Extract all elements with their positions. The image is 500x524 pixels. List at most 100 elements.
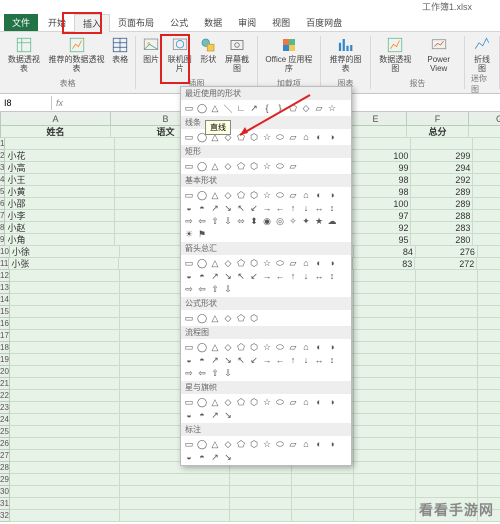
shape-option[interactable]: ☀ bbox=[183, 228, 195, 240]
shape-option[interactable]: ⇩ bbox=[222, 283, 234, 295]
col-E[interactable]: E bbox=[345, 112, 407, 125]
shape-option[interactable]: ↔ bbox=[313, 354, 325, 366]
shape-option[interactable]: ⇧ bbox=[209, 283, 221, 295]
shape-option[interactable]: ☆ bbox=[261, 160, 273, 172]
cell[interactable]: 98 bbox=[349, 174, 411, 186]
shape-option[interactable]: ⇦ bbox=[196, 215, 208, 227]
row-header[interactable]: 16 bbox=[0, 318, 10, 330]
row-header[interactable]: 24 bbox=[0, 414, 10, 426]
shape-option[interactable]: ⬭ bbox=[274, 189, 286, 201]
tab-home[interactable]: 开始 bbox=[40, 14, 74, 31]
shape-option[interactable]: ⬠ bbox=[235, 438, 247, 450]
shape-option[interactable]: ⬭ bbox=[274, 131, 286, 143]
row-header[interactable]: 17 bbox=[0, 330, 10, 342]
shape-option[interactable]: ⬠ bbox=[287, 102, 299, 114]
shape-option[interactable]: ↙ bbox=[248, 354, 260, 366]
row-header[interactable]: 30 bbox=[0, 486, 10, 498]
shape-option[interactable]: ◇ bbox=[222, 438, 234, 450]
shape-option[interactable]: ▭ bbox=[183, 131, 195, 143]
shape-option[interactable]: ⬡ bbox=[248, 131, 260, 143]
btn-power-view[interactable]: Power View bbox=[419, 36, 457, 73]
shape-option[interactable]: ↙ bbox=[248, 202, 260, 214]
shape-option[interactable]: ☁ bbox=[326, 215, 338, 227]
shape-option[interactable]: ↖ bbox=[235, 202, 247, 214]
shape-option[interactable]: ⬡ bbox=[248, 312, 260, 324]
shape-option[interactable]: ⌂ bbox=[300, 438, 312, 450]
shape-option[interactable]: ↕ bbox=[326, 202, 338, 214]
shape-option[interactable]: ⬡ bbox=[248, 438, 260, 450]
row-header[interactable]: 15 bbox=[0, 306, 10, 318]
shape-option[interactable]: ⇨ bbox=[183, 283, 195, 295]
shape-option[interactable]: ⌂ bbox=[300, 131, 312, 143]
shape-option[interactable]: ↑ bbox=[287, 202, 299, 214]
shape-option[interactable]: ▭ bbox=[183, 312, 195, 324]
shape-option[interactable]: ⬡ bbox=[248, 189, 260, 201]
shape-option[interactable]: ⇩ bbox=[222, 215, 234, 227]
btn-rec-pivot[interactable]: 推荐的数据透视表 bbox=[48, 36, 105, 73]
cell[interactable]: 小赵 bbox=[5, 222, 115, 234]
shape-option[interactable]: ▱ bbox=[287, 341, 299, 353]
shape-option[interactable]: ↘ bbox=[222, 354, 234, 366]
cell[interactable]: 272 bbox=[415, 258, 477, 270]
shape-option[interactable]: ▭ bbox=[183, 160, 195, 172]
shape-option[interactable]: ◐ bbox=[313, 438, 325, 450]
shape-option[interactable]: △ bbox=[209, 312, 221, 324]
cell[interactable]: 小徐 bbox=[10, 246, 120, 258]
shape-option[interactable]: ◐ bbox=[313, 396, 325, 408]
cell[interactable]: 小角 bbox=[5, 234, 115, 246]
shape-option[interactable]: ⌂ bbox=[300, 396, 312, 408]
shape-option[interactable]: ⬠ bbox=[235, 131, 247, 143]
shape-option[interactable]: ⬠ bbox=[235, 189, 247, 201]
cell[interactable]: 92 bbox=[349, 222, 411, 234]
shape-option[interactable]: ◓ bbox=[196, 270, 208, 282]
shape-option[interactable]: ▭ bbox=[183, 102, 195, 114]
cell[interactable]: 小高 bbox=[5, 162, 115, 174]
shape-option[interactable]: ◯ bbox=[196, 341, 208, 353]
shape-option[interactable]: ◯ bbox=[196, 160, 208, 172]
shape-option[interactable]: ◐ bbox=[313, 189, 325, 201]
shape-option[interactable]: ⇩ bbox=[222, 367, 234, 379]
shape-option[interactable]: ∟ bbox=[235, 102, 247, 114]
shape-option[interactable]: ✧ bbox=[287, 215, 299, 227]
shape-option[interactable]: → bbox=[261, 354, 273, 366]
shape-option[interactable]: ▱ bbox=[287, 131, 299, 143]
row-header[interactable]: 31 bbox=[0, 498, 10, 510]
cell[interactable]: 276 bbox=[416, 246, 478, 258]
shape-option[interactable]: ☆ bbox=[261, 131, 273, 143]
cell[interactable]: 95 bbox=[349, 234, 411, 246]
cell[interactable]: 99 bbox=[349, 162, 411, 174]
cell[interactable]: 总分 bbox=[407, 126, 469, 138]
row-header[interactable]: 26 bbox=[0, 438, 10, 450]
shape-option[interactable]: ↗ bbox=[209, 354, 221, 366]
cell[interactable]: 83 bbox=[353, 258, 415, 270]
tab-review[interactable]: 审阅 bbox=[230, 14, 264, 31]
cell[interactable]: 小王 bbox=[5, 174, 115, 186]
shape-option[interactable]: ◒ bbox=[183, 354, 195, 366]
row-header[interactable]: 28 bbox=[0, 462, 10, 474]
shape-option[interactable]: ◐ bbox=[313, 341, 325, 353]
shape-option[interactable]: ▱ bbox=[287, 438, 299, 450]
shape-option[interactable]: ◒ bbox=[183, 409, 195, 421]
shape-option[interactable]: ⬠ bbox=[235, 257, 247, 269]
shape-option[interactable]: ↗ bbox=[209, 202, 221, 214]
shape-option[interactable]: ◑ bbox=[326, 438, 338, 450]
shape-option[interactable]: ☆ bbox=[261, 396, 273, 408]
shape-option[interactable]: ⬠ bbox=[235, 160, 247, 172]
shape-option[interactable]: ⌂ bbox=[300, 257, 312, 269]
row-header[interactable]: 14 bbox=[0, 294, 10, 306]
cell[interactable]: 100 bbox=[349, 150, 411, 162]
shape-option[interactable]: ◯ bbox=[196, 189, 208, 201]
shape-option[interactable]: ⬠ bbox=[235, 312, 247, 324]
row-header[interactable]: 32 bbox=[0, 510, 10, 522]
row-header[interactable]: 27 bbox=[0, 450, 10, 462]
row-header[interactable]: 12 bbox=[0, 270, 10, 282]
cell[interactable]: 小邵 bbox=[5, 198, 115, 210]
shape-option[interactable]: ▭ bbox=[183, 189, 195, 201]
shape-option[interactable]: ◐ bbox=[313, 257, 325, 269]
shape-option[interactable]: ⬄ bbox=[235, 215, 247, 227]
shape-option[interactable]: → bbox=[261, 270, 273, 282]
cell[interactable]: 小花 bbox=[5, 150, 115, 162]
shape-option[interactable]: ↑ bbox=[287, 270, 299, 282]
shape-option[interactable]: ◑ bbox=[326, 257, 338, 269]
shape-option[interactable]: ↑ bbox=[287, 354, 299, 366]
